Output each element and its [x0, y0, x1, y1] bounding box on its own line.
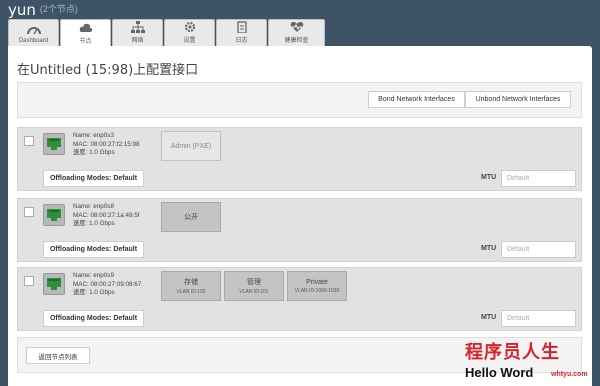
network-chip-private[interactable]: Private VLAN ID:1000-1030	[287, 271, 347, 301]
network-chip-public[interactable]: 公开	[161, 202, 221, 232]
interface-checkbox[interactable]	[24, 207, 34, 217]
interface-row-enp0s8: Name: enp0s8 MAC: 08:00:27:1a:49:5f 速度: …	[17, 198, 582, 262]
tab-settings[interactable]: 设置	[164, 19, 215, 46]
network-label: Private	[306, 278, 328, 286]
bond-interfaces-button[interactable]: Bond Network Interfaces	[368, 91, 465, 108]
environment-name: yun	[8, 1, 36, 19]
offloading-modes-button[interactable]: Offloading Modes: Default	[43, 241, 144, 258]
main-tabs: Dashboard 节点 网络 设置 日志 健康检查	[8, 19, 326, 47]
tab-label: 设置	[183, 38, 196, 44]
back-to-node-list-button[interactable]: 返回节点列表	[26, 347, 90, 364]
mtu-input[interactable]	[501, 310, 576, 327]
tab-label: Dashboard	[18, 38, 49, 44]
cloud-icon	[79, 23, 92, 32]
page-title: 在Untitled (15:98)上配置接口	[17, 63, 199, 78]
watermark-logo: 程序员人生 Hello Word whtyu.com	[465, 338, 595, 384]
vlan-id: VLAN ID:1000-1030	[294, 287, 340, 294]
interface-mac: MAC: 08:00:27:f2:15:98	[73, 140, 140, 148]
tab-label: 节点	[79, 39, 92, 45]
watermark-domain: whtyu.com	[551, 371, 588, 378]
mtu-label: MTU	[481, 245, 497, 252]
tab-health-check[interactable]: 健康检查	[268, 19, 325, 46]
interface-speed: 速度: 1.0 Gbps	[73, 149, 115, 156]
network-drop-admin-pxe[interactable]: Admin (PXE)	[161, 131, 221, 161]
tab-network[interactable]: 网络	[112, 19, 163, 46]
offloading-modes-button[interactable]: Offloading Modes: Default	[43, 170, 144, 187]
tab-dashboard[interactable]: Dashboard	[8, 19, 59, 46]
interface-name: Name: enp0s3	[73, 132, 114, 139]
interface-info: Name: enp0s3 MAC: 08:00:27:f2:15:98 速度: …	[73, 132, 140, 158]
vlan-id: VLAN ID:102	[176, 289, 206, 295]
interface-row-enp0s9: Name: enp0s9 MAC: 08:00:27:09:08:67 速度: …	[17, 267, 582, 331]
bond-toolbar: Bond Network Interfaces Unbond Network I…	[17, 82, 582, 118]
interface-speed: 速度: 1.0 Gbps	[73, 289, 115, 296]
gear-icon	[184, 21, 195, 33]
tab-logs[interactable]: 日志	[216, 19, 267, 46]
interface-info: Name: enp0s8 MAC: 08:00:27:1a:49:5f 速度: …	[73, 203, 140, 229]
mtu-label: MTU	[481, 174, 497, 181]
interface-info: Name: enp0s9 MAC: 08:00:27:09:08:67 速度: …	[73, 272, 141, 298]
ethernet-port-icon[interactable]	[43, 133, 65, 155]
unbond-interfaces-button[interactable]: Unbond Network Interfaces	[465, 91, 571, 108]
mtu-input[interactable]	[501, 170, 576, 187]
interface-row-enp0s3: Name: enp0s3 MAC: 08:00:27:f2:15:98 速度: …	[17, 127, 582, 191]
interface-checkbox[interactable]	[24, 276, 34, 286]
interface-speed: 速度: 1.0 Gbps	[73, 220, 115, 227]
tab-label: 健康检查	[284, 38, 309, 44]
ethernet-port-icon[interactable]	[43, 204, 65, 226]
network-chip-storage[interactable]: 存储 VLAN ID:102	[161, 271, 221, 301]
mtu-input[interactable]	[501, 241, 576, 258]
tab-nodes[interactable]: 节点	[60, 19, 111, 47]
network-label: 存储	[184, 279, 198, 286]
interface-mac: MAC: 08:00:27:09:08:67	[73, 280, 142, 288]
ethernet-port-icon[interactable]	[43, 273, 65, 295]
interface-mac: MAC: 08:00:27:1a:49:5f	[73, 211, 140, 219]
network-label: 公开	[184, 214, 198, 221]
interfaces-panel: 在Untitled (15:98)上配置接口 Bond Network Inte…	[8, 46, 592, 386]
environment-title: yun (2个节点)	[8, 1, 78, 20]
network-label: Admin (PXE)	[170, 142, 212, 150]
speedometer-icon	[26, 27, 41, 35]
watermark-subtitle: Hello Word	[465, 365, 534, 380]
interface-checkbox[interactable]	[24, 136, 34, 146]
tab-label: 日志	[235, 38, 248, 44]
node-count: (2个节点)	[39, 4, 78, 14]
mtu-label: MTU	[481, 314, 497, 321]
network-chip-management[interactable]: 管理 VLAN ID:101	[224, 271, 284, 301]
vlan-id: VLAN ID:101	[239, 289, 269, 295]
network-label: 管理	[247, 279, 261, 286]
interface-name: Name: enp0s8	[73, 203, 114, 210]
interface-name: Name: enp0s9	[73, 272, 114, 279]
network-icon	[130, 21, 145, 33]
tab-label: 网络	[131, 38, 144, 44]
watermark-title: 程序员人生	[465, 342, 560, 363]
offloading-modes-button[interactable]: Offloading Modes: Default	[43, 310, 144, 327]
clipboard-icon	[236, 21, 247, 33]
heartbeat-icon	[290, 22, 303, 32]
